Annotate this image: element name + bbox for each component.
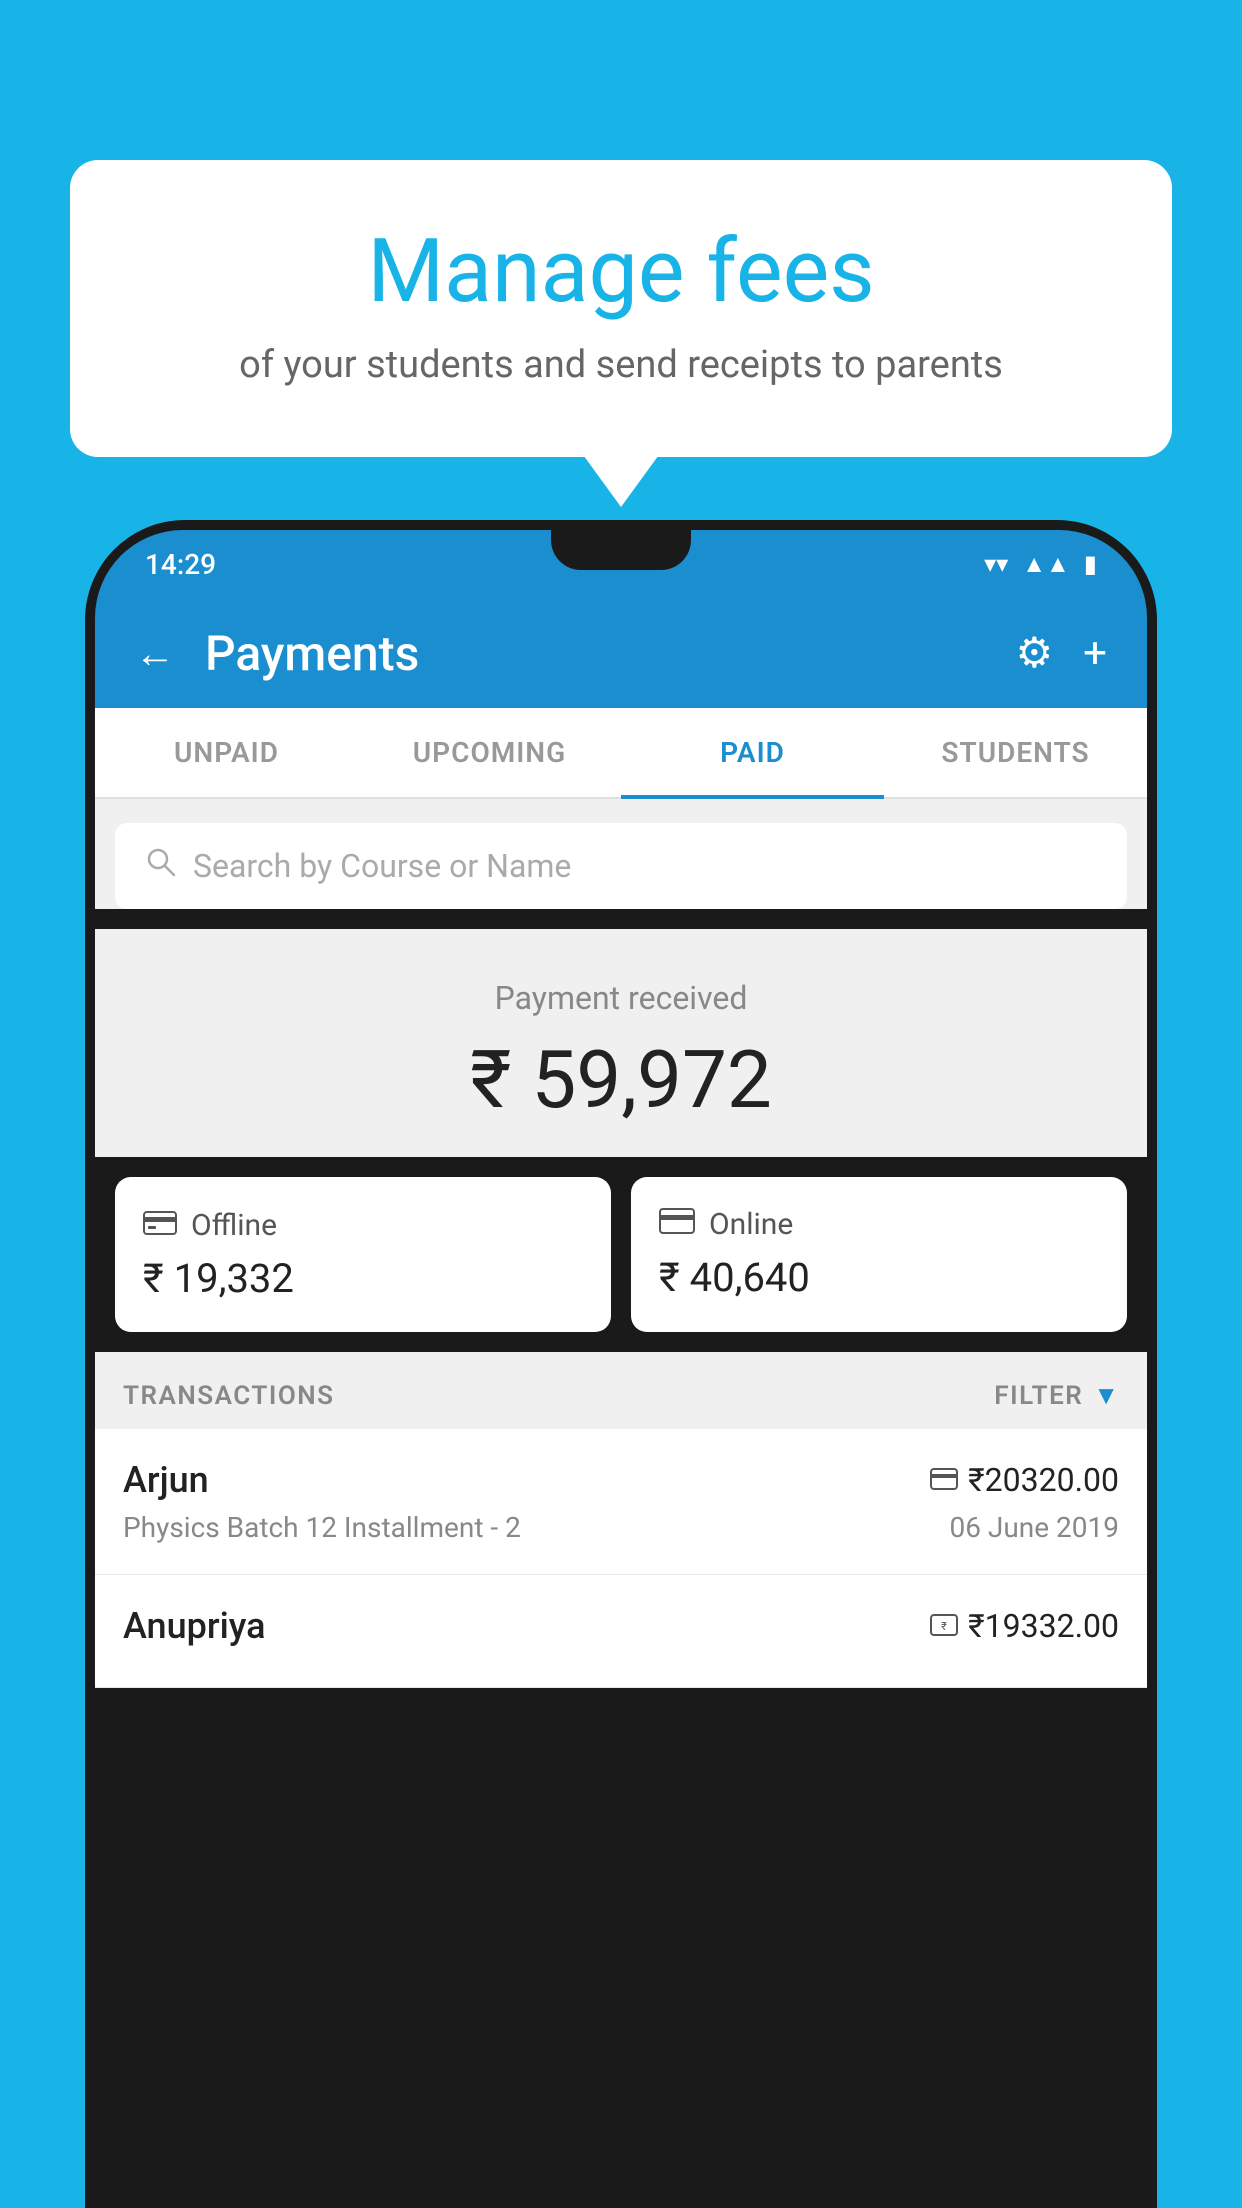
card-payment-icon <box>930 1464 958 1497</box>
phone-notch <box>551 530 691 570</box>
speech-bubble: Manage fees of your students and send re… <box>70 160 1172 457</box>
online-amount: ₹ 40,640 <box>659 1254 1099 1301</box>
app-title: Payments <box>205 625 1016 682</box>
tab-upcoming[interactable]: UPCOMING <box>358 708 621 797</box>
offline-card-header: Offline <box>143 1207 583 1243</box>
payment-amount: ₹ 59,972 <box>115 1033 1127 1127</box>
payment-received-section: Payment received ₹ 59,972 <box>95 929 1147 1157</box>
offline-icon <box>143 1207 177 1243</box>
manage-fees-title: Manage fees <box>150 220 1092 323</box>
transaction-item[interactable]: Anupriya ₹ ₹19332.00 <box>95 1575 1147 1688</box>
online-card: Online ₹ 40,640 <box>631 1177 1127 1332</box>
tab-students[interactable]: STUDENTS <box>884 708 1147 797</box>
transactions-header: TRANSACTIONS FILTER ▼ <box>95 1352 1147 1429</box>
payment-cards-row: Offline ₹ 19,332 Online ₹ 40,640 <box>115 1177 1127 1332</box>
offline-amount: ₹ 19,332 <box>143 1255 583 1302</box>
transaction-amount-row: ₹20320.00 <box>930 1461 1119 1499</box>
filter-icon: ▼ <box>1093 1380 1119 1411</box>
tab-paid[interactable]: PAID <box>621 708 884 797</box>
transaction-detail: Physics Batch 12 Installment - 2 <box>123 1511 521 1544</box>
tab-unpaid[interactable]: UNPAID <box>95 708 358 797</box>
signal-icon: ▲▲ <box>1022 550 1070 579</box>
back-button[interactable]: ← <box>135 630 175 677</box>
app-bar: ← Payments ⚙ + <box>95 598 1147 708</box>
transaction-amount: ₹20320.00 <box>968 1461 1119 1499</box>
filter-label: FILTER <box>994 1381 1083 1411</box>
transaction-name: Anupriya <box>123 1605 266 1647</box>
transaction-row1: Anupriya ₹ ₹19332.00 <box>123 1605 1119 1647</box>
transaction-item[interactable]: Arjun ₹20320.00 Physics Batch 12 Install… <box>95 1429 1147 1575</box>
status-time: 14:29 <box>145 548 216 581</box>
transaction-amount: ₹19332.00 <box>968 1607 1119 1645</box>
search-placeholder: Search by Course or Name <box>193 847 571 885</box>
online-label: Online <box>709 1207 793 1242</box>
tabs-container: UNPAID UPCOMING PAID STUDENTS <box>95 708 1147 799</box>
add-icon[interactable]: + <box>1083 629 1107 678</box>
phone-inner: 14:29 ▾▾ ▲▲ ▮ ← Payments ⚙ + UNPAID UPCO… <box>95 530 1147 2198</box>
online-card-header: Online <box>659 1207 1099 1242</box>
payment-received-label: Payment received <box>115 979 1127 1017</box>
status-icons: ▾▾ ▲▲ ▮ <box>984 550 1097 579</box>
transaction-row2: Physics Batch 12 Installment - 2 06 June… <box>123 1511 1119 1544</box>
svg-text:₹: ₹ <box>941 1620 947 1633</box>
offline-card: Offline ₹ 19,332 <box>115 1177 611 1332</box>
transaction-row1: Arjun ₹20320.00 <box>123 1459 1119 1501</box>
transaction-amount-row: ₹ ₹19332.00 <box>930 1607 1119 1645</box>
transaction-name: Arjun <box>123 1459 209 1501</box>
search-icon <box>145 845 177 887</box>
online-icon <box>659 1207 695 1242</box>
filter-section[interactable]: FILTER ▼ <box>994 1380 1119 1411</box>
battery-icon: ▮ <box>1084 550 1097 578</box>
phone-frame: 14:29 ▾▾ ▲▲ ▮ ← Payments ⚙ + UNPAID UPCO… <box>85 520 1157 2208</box>
settings-icon[interactable]: ⚙ <box>1016 628 1054 678</box>
search-bar[interactable]: Search by Course or Name <box>115 823 1127 909</box>
offline-label: Offline <box>191 1208 277 1243</box>
transaction-date: 06 June 2019 <box>949 1511 1119 1544</box>
transactions-label: TRANSACTIONS <box>123 1381 335 1411</box>
speech-bubble-container: Manage fees of your students and send re… <box>70 160 1172 457</box>
app-bar-actions: ⚙ + <box>1016 628 1108 678</box>
manage-fees-subtitle: of your students and send receipts to pa… <box>150 343 1092 387</box>
cash-payment-icon: ₹ <box>930 1610 958 1643</box>
wifi-icon: ▾▾ <box>984 550 1008 578</box>
